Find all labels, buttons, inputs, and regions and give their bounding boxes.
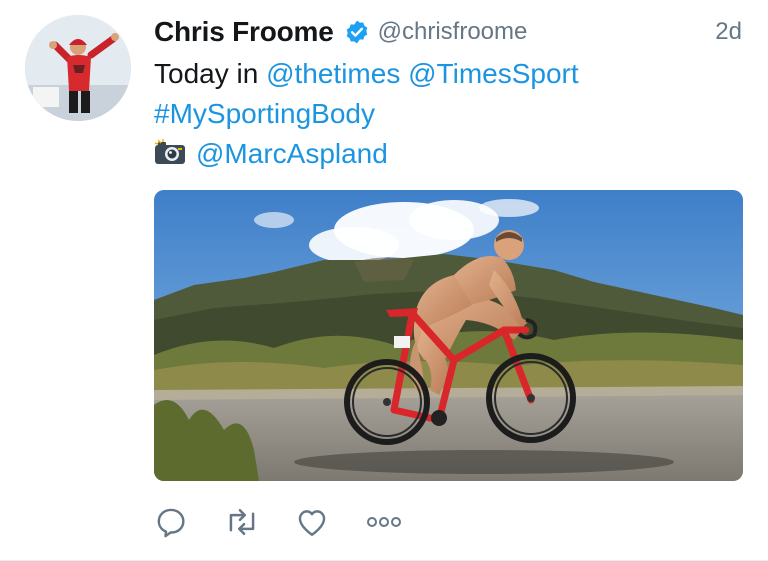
verified-badge-icon bbox=[344, 19, 370, 45]
cyclist-photo bbox=[154, 190, 743, 481]
avatar-image bbox=[25, 15, 131, 121]
reply-button[interactable] bbox=[154, 500, 224, 544]
author-avatar[interactable] bbox=[25, 15, 131, 121]
author-handle[interactable]: @chrisfroome bbox=[378, 18, 528, 46]
tweet-intro-text: Today in bbox=[154, 58, 267, 89]
tweet-header: Chris Froome @chrisfroome 2d bbox=[154, 12, 744, 52]
more-button[interactable] bbox=[364, 500, 434, 544]
tweet-media-photo[interactable] bbox=[154, 190, 743, 481]
hashtag-link[interactable]: #MySportingBody bbox=[154, 98, 375, 129]
tweet-text: Today in @thetimes @TimesSport #MySporti… bbox=[154, 54, 744, 174]
tweet-text-line-2: #MySportingBody bbox=[154, 94, 744, 134]
tweet-card[interactable]: Chris Froome @chrisfroome 2d Today in @t… bbox=[0, 0, 768, 561]
more-icon bbox=[364, 512, 404, 532]
like-icon bbox=[294, 505, 330, 539]
reply-icon bbox=[154, 505, 188, 539]
mention-link-marcaspland[interactable]: @MarcAspland bbox=[196, 138, 388, 169]
mention-link-thetimes[interactable]: @thetimes bbox=[266, 58, 400, 89]
tweet-text-line-1: Today in @thetimes @TimesSport bbox=[154, 54, 744, 94]
tweet-text-line-3: @MarcAspland bbox=[154, 134, 744, 174]
mention-link-timessport[interactable]: @TimesSport bbox=[408, 58, 579, 89]
retweet-button[interactable] bbox=[224, 500, 294, 544]
author-name[interactable]: Chris Froome bbox=[154, 16, 334, 48]
tweet-timestamp[interactable]: 2d bbox=[715, 18, 742, 46]
retweet-icon bbox=[224, 505, 260, 539]
like-button[interactable] bbox=[294, 500, 364, 544]
tweet-actions bbox=[154, 500, 434, 544]
camera-with-flash-icon bbox=[154, 136, 186, 164]
